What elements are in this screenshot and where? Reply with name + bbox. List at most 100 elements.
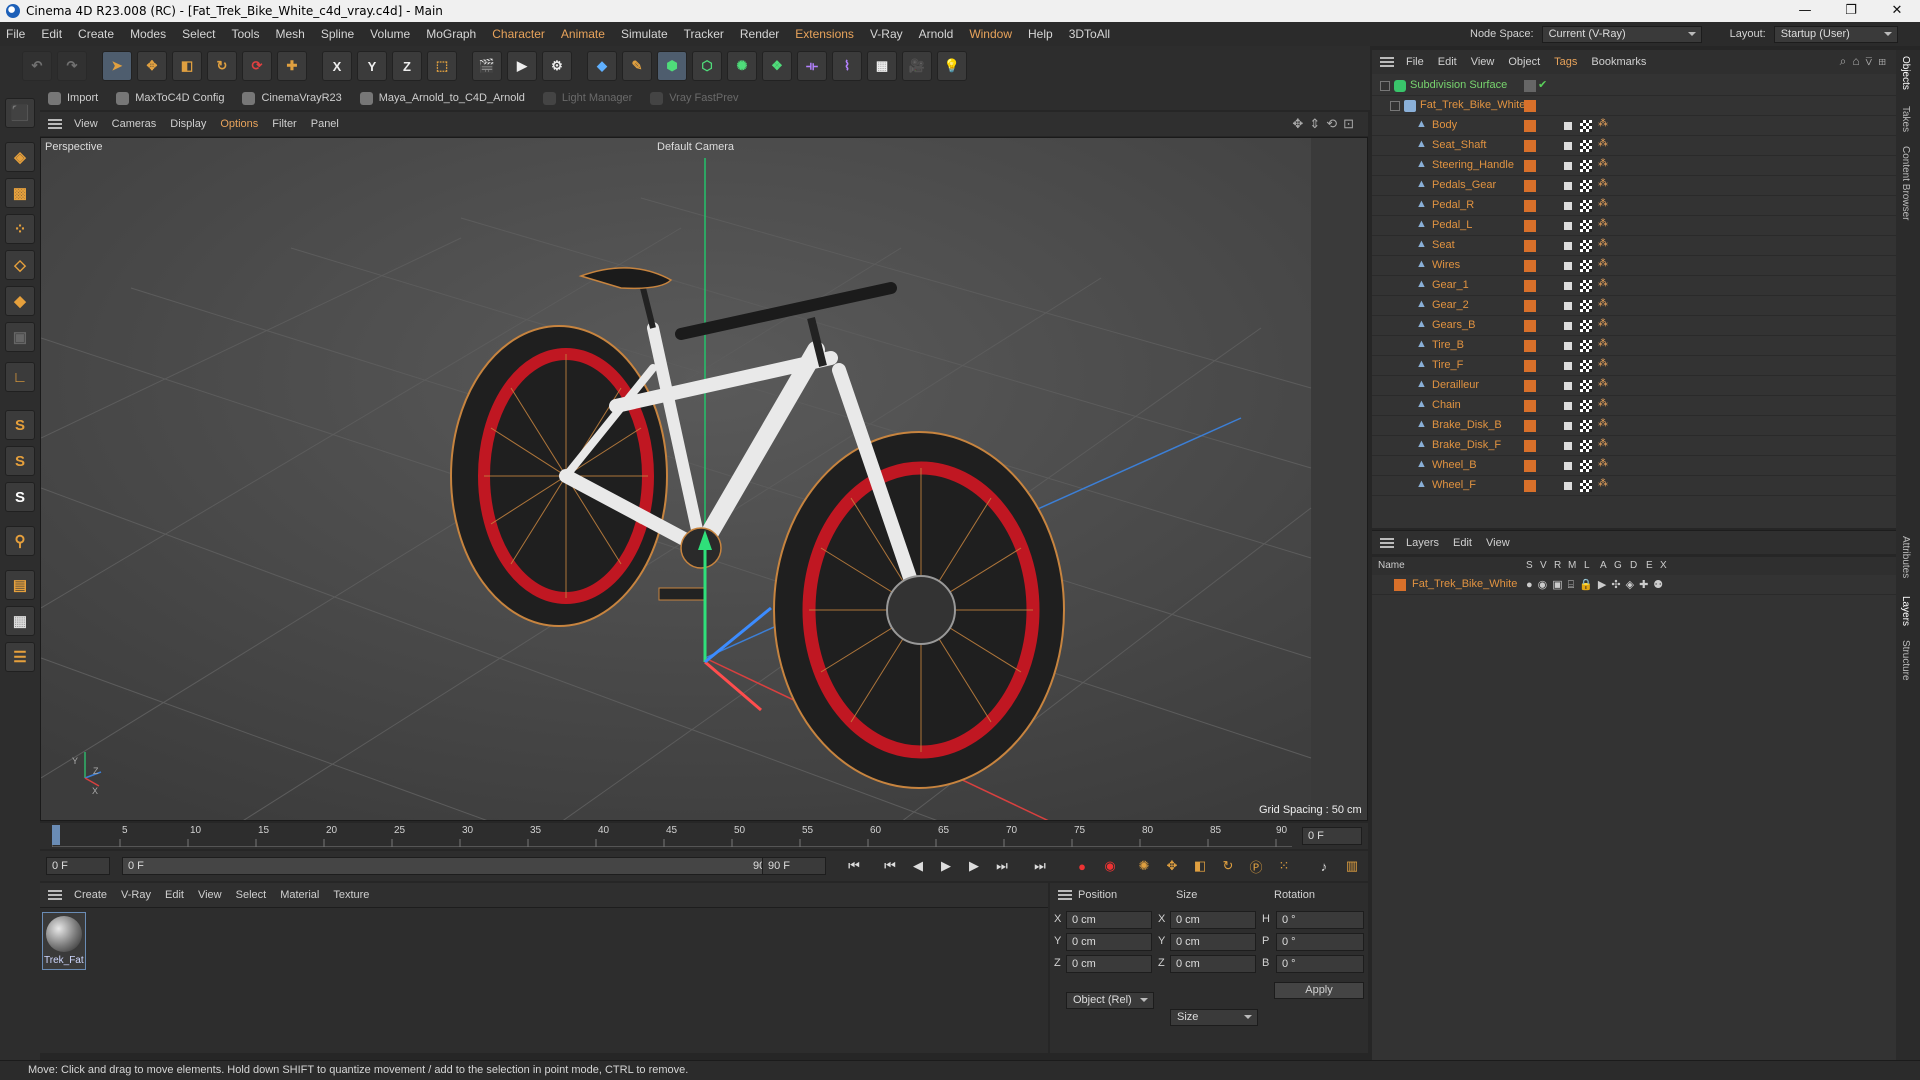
- menu-mesh[interactable]: Mesh: [275, 27, 304, 41]
- size-x-field[interactable]: 0 cm: [1170, 911, 1256, 929]
- vray-tag-icon[interactable]: ⁂: [1598, 418, 1610, 430]
- snap-s3-button[interactable]: S: [5, 482, 35, 512]
- vray-tag-icon[interactable]: ⁂: [1598, 378, 1610, 390]
- select-arrow-icon[interactable]: ➤: [102, 51, 132, 81]
- texture-tag-icon[interactable]: [1580, 220, 1592, 232]
- vray-tag-icon[interactable]: ⁂: [1598, 278, 1610, 290]
- playhead-marker[interactable]: [52, 825, 60, 845]
- layer-toggle-icons[interactable]: ●◉▣⌸🔒▶✣◈✚⚉: [1526, 578, 1668, 592]
- previous-key-icon[interactable]: ⏮: [878, 854, 902, 878]
- 3d-viewport[interactable]: Perspective Default Camera Grid Spacing …: [40, 137, 1368, 821]
- mat-menu-vray[interactable]: V-Ray: [121, 889, 151, 901]
- vray-tag-icon[interactable]: ⁂: [1598, 438, 1610, 450]
- cube-primitive-icon[interactable]: ◆: [587, 51, 617, 81]
- camera-label[interactable]: Default Camera: [657, 141, 734, 153]
- texture-tag-icon[interactable]: [1580, 200, 1592, 212]
- checker-grid-icon[interactable]: ▦: [5, 606, 35, 636]
- material-tag-icon[interactable]: [1562, 200, 1574, 212]
- layer-row[interactable]: Fat_Trek_Bike_White ●◉▣⌸🔒▶✣◈✚⚉: [1372, 575, 1896, 595]
- object-row[interactable]: ▲ Chain ⁂: [1372, 396, 1896, 416]
- vray-tag-icon[interactable]: ⁂: [1598, 218, 1610, 230]
- vray-tag-icon[interactable]: ⁂: [1598, 198, 1610, 210]
- om-menu-view[interactable]: View: [1471, 56, 1495, 68]
- node-space-select[interactable]: Current (V-Ray): [1541, 25, 1702, 43]
- snap-s2-button[interactable]: S: [5, 446, 35, 476]
- frame-range-slider[interactable]: 0 F 90 F: [122, 857, 782, 875]
- plugin-maya-arnold[interactable]: Maya_Arnold_to_C4D_Arnold: [359, 91, 525, 105]
- menu-vray[interactable]: V-Ray: [870, 27, 903, 41]
- object-row[interactable]: ▲ Tire_B ⁂: [1372, 336, 1896, 356]
- texture-tag-icon[interactable]: [1580, 380, 1592, 392]
- vray-tag-icon[interactable]: ⁂: [1598, 358, 1610, 370]
- material-tag-icon[interactable]: [1562, 440, 1574, 452]
- material-tag-icon[interactable]: [1562, 380, 1574, 392]
- key-rotation-icon[interactable]: ↻: [1216, 854, 1240, 878]
- material-tag-icon[interactable]: [1562, 280, 1574, 292]
- vray-tag-icon[interactable]: ⁂: [1598, 318, 1610, 330]
- material-tag-icon[interactable]: [1562, 400, 1574, 412]
- add-tool-icon[interactable]: ✚: [277, 51, 307, 81]
- axis-x-button[interactable]: X: [322, 51, 352, 81]
- deformer-icon[interactable]: ❖: [762, 51, 792, 81]
- render-settings-icon[interactable]: ⚙: [542, 51, 572, 81]
- menu-volume[interactable]: Volume: [370, 27, 410, 41]
- object-row[interactable]: ▲ Brake_Disk_B ⁂: [1372, 416, 1896, 436]
- texture-tag-icon[interactable]: [1580, 360, 1592, 372]
- material-tag-icon[interactable]: [1562, 300, 1574, 312]
- field-icon[interactable]: ⟛: [797, 51, 827, 81]
- texture-tag-icon[interactable]: [1580, 120, 1592, 132]
- points-mode-icon[interactable]: ⁘: [5, 214, 35, 244]
- grid-plane-icon[interactable]: ▤: [5, 570, 35, 600]
- render-region-icon[interactable]: 🎬: [472, 51, 502, 81]
- tab-objects[interactable]: Objects: [1900, 56, 1911, 90]
- material-menu-icon[interactable]: [48, 890, 62, 900]
- coord-mode-select[interactable]: Object (Rel): [1066, 992, 1154, 1009]
- snap-s1-button[interactable]: S: [5, 410, 35, 440]
- material-area[interactable]: Trek_Fat: [40, 907, 1048, 1053]
- menu-file[interactable]: File: [6, 27, 25, 41]
- object-row[interactable]: ▲ Seat_Shaft ⁂: [1372, 136, 1896, 156]
- object-row[interactable]: ▲ Wheel_B ⁂: [1372, 456, 1896, 476]
- material-tag-icon[interactable]: [1562, 120, 1574, 132]
- key-scale-icon[interactable]: ◧: [1188, 854, 1212, 878]
- texture-tag-icon[interactable]: [1580, 300, 1592, 312]
- vray-tag-icon[interactable]: ⁂: [1598, 258, 1610, 270]
- menu-mograph[interactable]: MoGraph: [426, 27, 476, 41]
- vp-menu-view[interactable]: View: [74, 118, 98, 130]
- psr-tool-icon[interactable]: ⟳: [242, 51, 272, 81]
- menu-tools[interactable]: Tools: [231, 27, 259, 41]
- menu-simulate[interactable]: Simulate: [621, 27, 668, 41]
- object-row[interactable]: ▲ Pedal_R ⁂: [1372, 196, 1896, 216]
- object-row-group[interactable]: Fat_Trek_Bike_White: [1372, 96, 1896, 116]
- menu-modes[interactable]: Modes: [130, 27, 166, 41]
- plugin-light-manager[interactable]: Light Manager: [542, 91, 632, 105]
- vp-menu-options[interactable]: Options: [220, 118, 258, 130]
- om-menu-file[interactable]: File: [1406, 56, 1424, 68]
- texture-mode-icon[interactable]: ▩: [5, 178, 35, 208]
- model-mode-icon[interactable]: ◈: [5, 142, 35, 172]
- texture-tag-icon[interactable]: [1580, 320, 1592, 332]
- layer-menu-layers[interactable]: Layers: [1406, 537, 1439, 549]
- menu-window[interactable]: Window: [969, 27, 1012, 41]
- vp-menu-display[interactable]: Display: [170, 118, 206, 130]
- size-z-field[interactable]: 0 cm: [1170, 955, 1256, 973]
- move-tool-icon[interactable]: ✥: [137, 51, 167, 81]
- mat-menu-select[interactable]: Select: [236, 889, 267, 901]
- play-icon[interactable]: ▶: [934, 854, 958, 878]
- tab-content-browser[interactable]: Content Browser: [1900, 146, 1911, 220]
- vp-menu-cameras[interactable]: Cameras: [112, 118, 157, 130]
- vp-menu-panel[interactable]: Panel: [311, 118, 339, 130]
- light-bulb-icon[interactable]: 💡: [937, 51, 967, 81]
- menu-extensions[interactable]: Extensions: [795, 27, 854, 41]
- tab-structure[interactable]: Structure: [1900, 640, 1911, 681]
- om-search-filter-icons[interactable]: ⌕⌂⊽⊞: [1840, 54, 1892, 69]
- apply-button[interactable]: Apply: [1274, 982, 1364, 999]
- texture-tag-icon[interactable]: [1580, 140, 1592, 152]
- texture-tag-icon[interactable]: [1580, 400, 1592, 412]
- key-parameter-icon[interactable]: Ⓟ: [1244, 854, 1268, 878]
- rotate-tool-icon[interactable]: ↻: [207, 51, 237, 81]
- axis-y-button[interactable]: Y: [357, 51, 387, 81]
- close-button[interactable]: ✕: [1874, 0, 1920, 22]
- om-menu-bookmarks[interactable]: Bookmarks: [1591, 56, 1646, 68]
- maximize-button[interactable]: ❐: [1828, 0, 1874, 22]
